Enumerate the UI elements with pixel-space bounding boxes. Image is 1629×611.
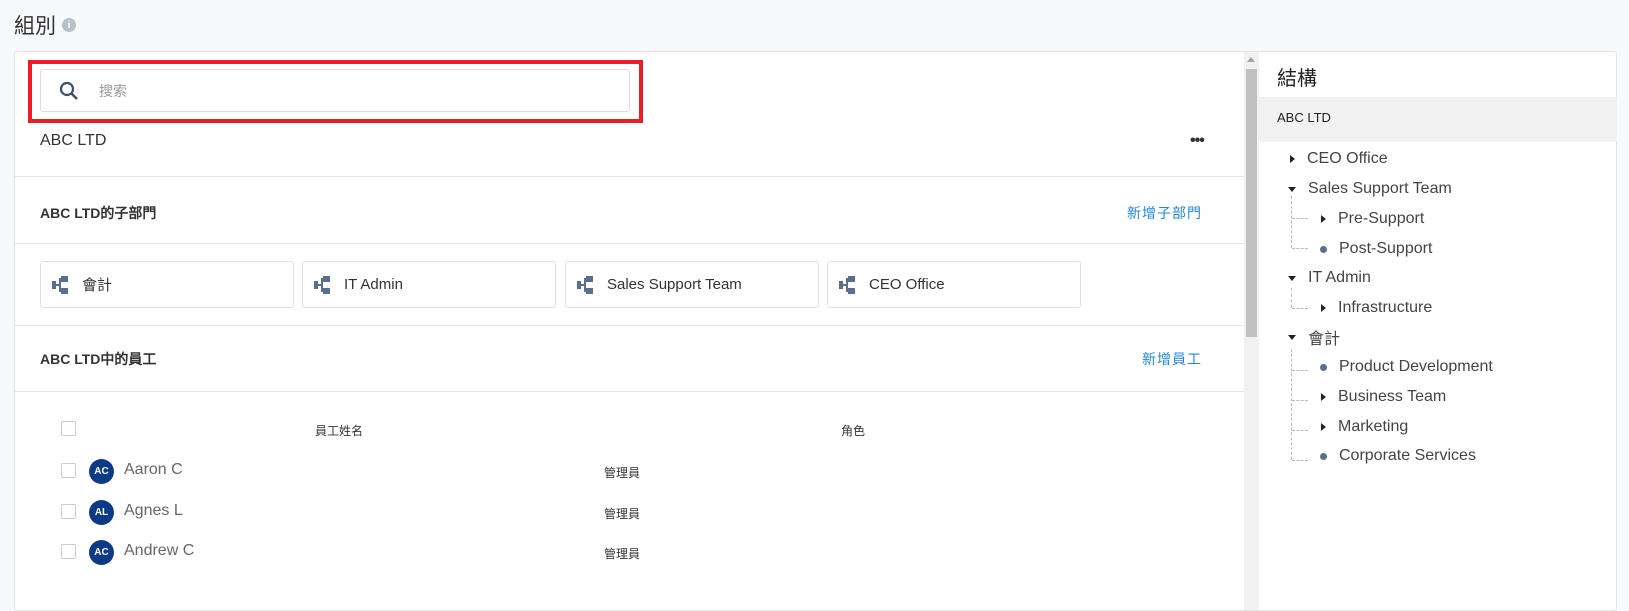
avatar: AC	[89, 459, 114, 484]
tree-connector	[1292, 370, 1308, 371]
scrollbar[interactable]	[1244, 52, 1259, 610]
tree-node[interactable]: Marketing	[1319, 415, 1408, 439]
row-checkbox[interactable]	[61, 463, 76, 478]
divider	[15, 391, 1244, 392]
divider	[15, 243, 1244, 244]
tree-node-label: Business Team	[1338, 388, 1447, 405]
leaf-dot-icon	[1320, 452, 1327, 460]
tree-connector	[1292, 308, 1308, 309]
tree-node-label: Corporate Services	[1339, 447, 1476, 464]
employees-heading: ABC LTD中的員工	[40, 351, 157, 367]
tree-connector	[1292, 430, 1308, 431]
caret-right-icon[interactable]	[1290, 155, 1295, 163]
select-all-checkbox[interactable]	[61, 421, 76, 436]
tree-node-label: IT Admin	[1308, 269, 1371, 286]
employee-name[interactable]: Andrew C	[124, 542, 194, 560]
group-detail-panel: ABC LTD ••• ABC LTD的子部門 新增子部門 會計 IT Admi…	[15, 52, 1244, 610]
add-employee-link[interactable]: 新增員工	[1142, 349, 1202, 369]
hierarchy-icon	[52, 275, 68, 294]
leaf-dot-icon	[1320, 245, 1327, 253]
tree-connector	[1291, 288, 1292, 308]
tree-connector	[1291, 196, 1292, 248]
tree-node-label: CEO Office	[1307, 150, 1388, 167]
employee-role: 管理員	[604, 507, 641, 521]
employee-name[interactable]: Agnes L	[124, 502, 183, 520]
tree-node[interactable]: Pre-Support	[1319, 207, 1424, 231]
tree-node-label: Infrastructure	[1338, 299, 1433, 316]
employee-role: 管理員	[604, 466, 641, 480]
tree-node[interactable]: Business Team	[1319, 385, 1446, 409]
structure-panel: 結構 ABC LTD CEO Office Sales Support Team…	[1259, 52, 1617, 610]
org-name: ABC LTD	[40, 132, 107, 149]
tree-node-label: Sales Support Team	[1308, 180, 1452, 197]
avatar: AL	[89, 500, 114, 525]
tree-node[interactable]: CEO Office	[1288, 147, 1388, 171]
search-input[interactable]	[99, 82, 579, 99]
table-row[interactable]: AC Aaron C 管理員	[15, 451, 1244, 491]
caret-right-icon[interactable]	[1321, 393, 1326, 401]
department-card[interactable]: IT Admin	[302, 261, 556, 308]
department-name: IT Admin	[344, 276, 403, 293]
search-box[interactable]	[40, 69, 630, 112]
page-title-text: 組別	[14, 15, 56, 38]
row-checkbox[interactable]	[61, 544, 76, 559]
tree-node-label: Product Development	[1339, 358, 1493, 375]
tree-connector	[1292, 400, 1308, 401]
tree-node[interactable]: Post-Support	[1319, 237, 1432, 261]
department-card[interactable]: Sales Support Team	[565, 261, 819, 308]
tree-node[interactable]: IT Admin	[1288, 266, 1371, 290]
table-row[interactable]: AC Andrew C 管理員	[15, 532, 1244, 572]
info-icon[interactable]: i	[62, 18, 76, 32]
scroll-up-arrow-icon[interactable]	[1247, 57, 1255, 62]
department-name: 會計	[82, 277, 113, 294]
hierarchy-icon	[314, 275, 330, 294]
department-name: CEO Office	[869, 276, 945, 293]
tree-node[interactable]: 會計	[1288, 325, 1340, 349]
employee-role: 管理員	[604, 547, 641, 561]
caret-down-icon[interactable]	[1288, 334, 1296, 340]
tree-connector	[1292, 218, 1308, 219]
employee-name[interactable]: Aaron C	[124, 461, 183, 479]
scrollbar-thumb[interactable]	[1246, 69, 1257, 337]
tree-connector	[1292, 460, 1308, 461]
column-header-role: 角色	[841, 424, 866, 438]
groups-card: ABC LTD ••• ABC LTD的子部門 新增子部門 會計 IT Admi…	[14, 51, 1617, 611]
divider	[15, 325, 1244, 326]
subdepartments-heading: ABC LTD的子部門	[40, 205, 157, 221]
tree-node-label: Marketing	[1338, 418, 1409, 435]
caret-down-icon[interactable]	[1288, 275, 1296, 281]
department-card[interactable]: CEO Office	[827, 261, 1081, 308]
divider	[15, 176, 1244, 177]
row-checkbox[interactable]	[61, 504, 76, 519]
avatar: AC	[89, 540, 114, 565]
add-subdepartment-link[interactable]: 新增子部門	[1127, 203, 1202, 223]
tree-node-label: Pre-Support	[1338, 210, 1425, 227]
tree-node[interactable]: Sales Support Team	[1288, 177, 1452, 201]
tree-node-label: Post-Support	[1339, 240, 1433, 257]
caret-right-icon[interactable]	[1321, 215, 1326, 223]
tree-root[interactable]: ABC LTD	[1259, 97, 1617, 142]
table-row[interactable]: AL Agnes L 管理員	[15, 492, 1244, 532]
leaf-dot-icon	[1320, 363, 1327, 371]
tree-connector	[1292, 248, 1308, 249]
tree-node[interactable]: Product Development	[1319, 355, 1493, 379]
search-icon	[59, 81, 78, 100]
caret-right-icon[interactable]	[1321, 423, 1326, 431]
tree-node-label: 會計	[1308, 331, 1341, 348]
caret-right-icon[interactable]	[1321, 304, 1326, 312]
caret-down-icon[interactable]	[1288, 186, 1296, 192]
department-card[interactable]: 會計	[40, 261, 294, 308]
tree-connector	[1291, 349, 1292, 460]
tree-node[interactable]: Infrastructure	[1319, 296, 1432, 320]
more-options-button[interactable]: •••	[1190, 132, 1205, 150]
hierarchy-icon	[839, 275, 855, 294]
structure-title: 結構	[1277, 68, 1317, 90]
hierarchy-icon	[577, 275, 593, 294]
page-title: 組別 i	[14, 10, 76, 40]
department-name: Sales Support Team	[607, 276, 742, 293]
tree-node[interactable]: Corporate Services	[1319, 444, 1476, 468]
column-header-name: 員工姓名	[315, 424, 364, 438]
